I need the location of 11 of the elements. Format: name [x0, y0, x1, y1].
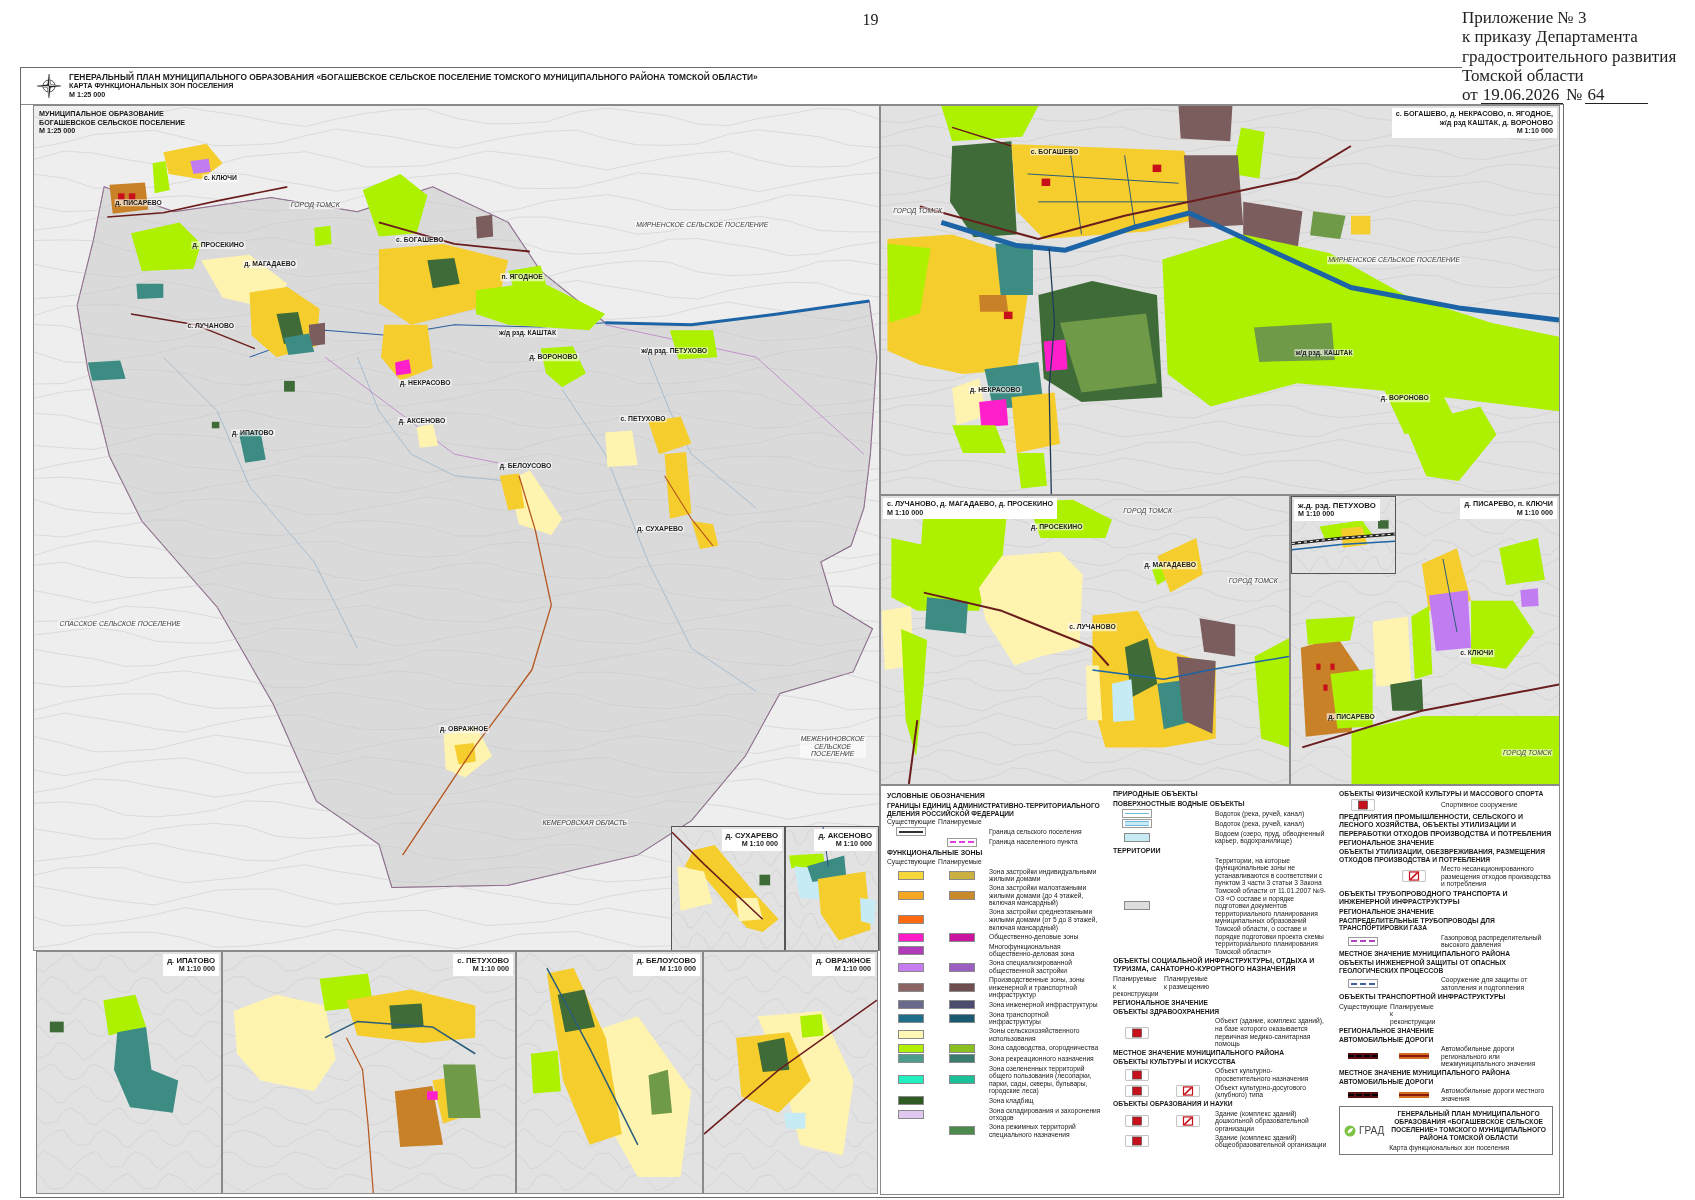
sheet-title: ГЕНЕРАЛЬНЫЙ ПЛАН МУНИЦИПАЛЬНОГО ОБРАЗОВАНИЯ «БОГАШЕВСКОЕ СЕЛЬСКОЕ ПОСЕЛЕНИЕ ТОМСКОГО МУНИЦИПАЛЬНОГО РАЙОНА ТОМСКОЙ ОБЛАСТИ» — [69, 72, 758, 83]
number-field: 64 — [1585, 86, 1649, 105]
leaf-logo-icon — [1344, 1124, 1356, 1137]
date-field: 19.06.2026 — [1480, 86, 1564, 105]
compass-rose-icon — [37, 74, 61, 98]
lake-swatch-icon — [1124, 832, 1150, 842]
number-label: № — [1566, 85, 1583, 105]
logo-text: ГРАД — [1359, 1125, 1385, 1137]
river-band-icon — [1122, 819, 1152, 829]
page-number: 19 — [862, 11, 879, 29]
date-label: от — [1462, 85, 1478, 105]
